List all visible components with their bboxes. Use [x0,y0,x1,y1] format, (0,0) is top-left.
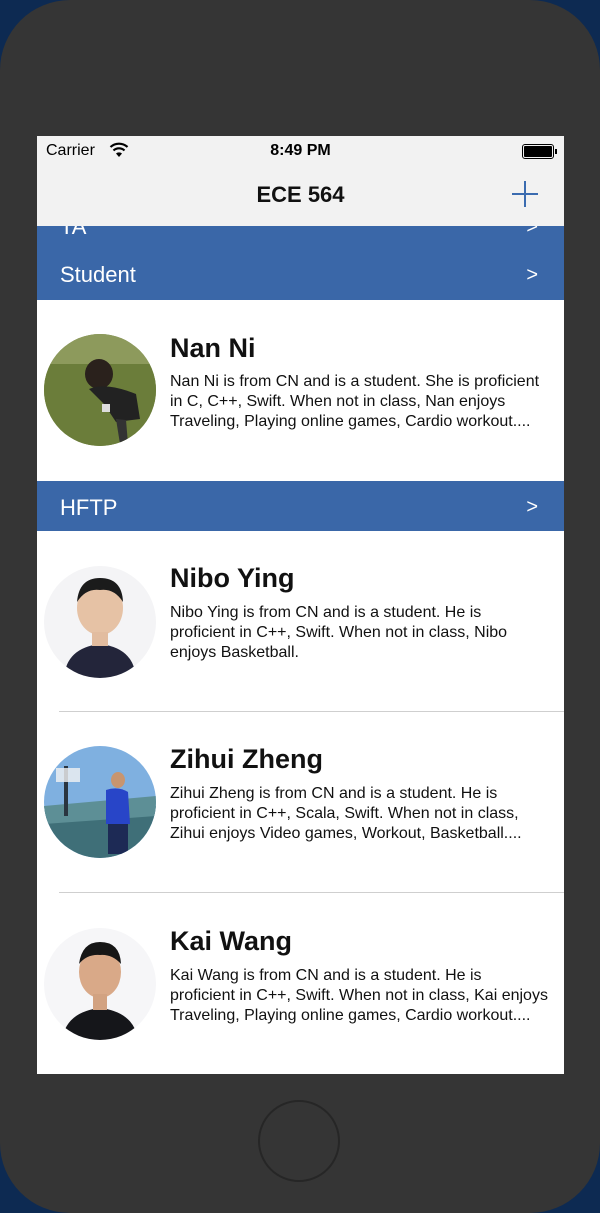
status-time: 8:49 PM [270,142,331,159]
section-header-hftp[interactable]: HFTP > [37,481,564,531]
person-description: Kai Wang is from CN and is a student. He… [170,967,548,1024]
section-header-ta[interactable]: TA > [37,226,564,246]
section-title: TA [60,226,87,239]
person-description: Nibo Ying is from CN and is a student. H… [170,604,508,661]
home-button[interactable] [258,1100,340,1182]
person-description: Zihui Zheng is from CN and is a student.… [170,785,522,842]
list-item[interactable]: Nan Ni Nan Ni is from CN and is a studen… [37,300,564,481]
list-item[interactable]: Kai Wang Kai Wang is from CN and is a st… [37,893,564,1074]
avatar [44,334,156,446]
chevron-right-icon: > [526,226,538,238]
person-name: Nan Ni [170,333,256,363]
phone-frame: Carrier 8:49 PM ECE 564 TA > Student > N… [0,0,600,1213]
person-name: Zihui Zheng [170,744,323,774]
app-screen: Carrier 8:49 PM ECE 564 TA > Student > N… [37,136,564,1074]
avatar [44,566,156,678]
battery-icon [522,144,557,159]
section-title: HFTP [60,495,118,520]
chevron-right-icon: > [526,496,538,518]
navigation-bar: ECE 564 [37,166,564,226]
section-header-student[interactable]: Student > [37,246,564,300]
add-button[interactable] [512,181,538,207]
person-description: Nan Ni is from CN and is a student. She … [170,373,540,430]
status-bar: Carrier 8:49 PM [37,136,564,166]
section-title: Student [60,262,136,287]
avatar [44,928,156,1040]
people-list[interactable]: TA > Student > Nan Ni Nan Ni is from CN … [37,226,564,1074]
page-title: ECE 564 [256,182,345,207]
list-item[interactable]: Nibo Ying Nibo Ying is from CN and is a … [37,531,564,712]
chevron-right-icon: > [526,264,538,286]
list-item[interactable]: Zihui Zheng Zihui Zheng is from CN and i… [37,712,564,893]
person-name: Nibo Ying [170,563,295,593]
person-name: Kai Wang [170,926,293,956]
avatar [44,746,156,858]
